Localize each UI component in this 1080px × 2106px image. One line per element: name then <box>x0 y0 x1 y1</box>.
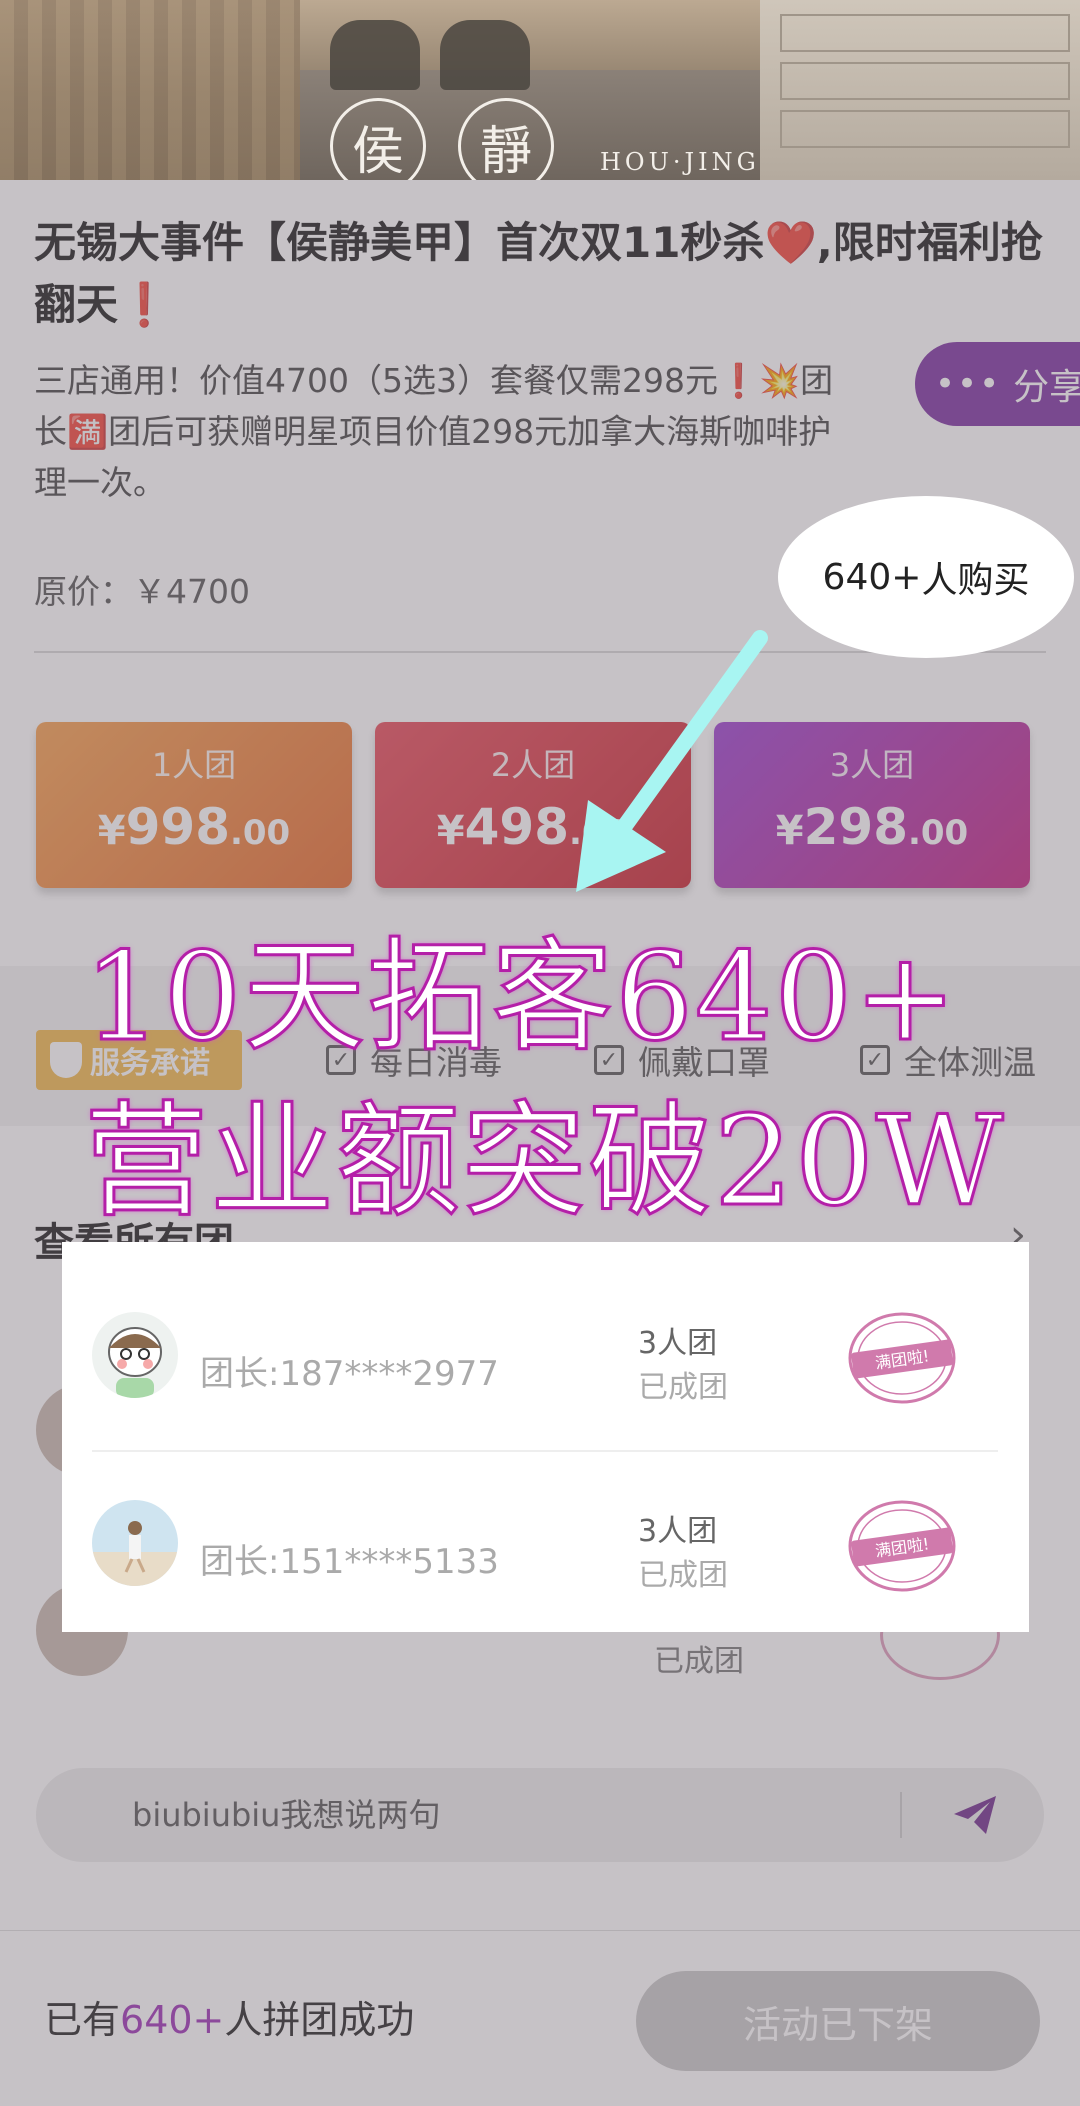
group-row[interactable]: 团长:151****5133 3人团 已成团 满团啦! <box>62 1444 1029 1632</box>
share-label: 分享 <box>1013 367 1080 408</box>
full-group-stamp-icon: 满团啦! <box>844 1498 960 1594</box>
drawer <box>780 110 1070 148</box>
group-leader: 团长:187****2977 <box>200 1354 499 1394</box>
chair <box>440 20 530 90</box>
group-status: 已成团 <box>638 1558 728 1593</box>
full-group-stamp-icon: 满团啦! <box>844 1310 960 1406</box>
shield-icon <box>50 1042 82 1078</box>
send-button[interactable] <box>940 1786 1010 1844</box>
group-row[interactable]: 团长:187****2977 3人团 已成团 满团啦! <box>62 1242 1029 1430</box>
drawer <box>780 62 1070 100</box>
group-leader: 团长:151****5133 <box>200 1542 499 1582</box>
wood-wall <box>0 0 300 180</box>
buyers-count: 640+ <box>822 556 922 598</box>
bottom-bar: 已有640+人拼团成功 活动已下架 <box>0 1930 1080 2106</box>
group-size: 3人团 <box>638 1326 718 1361</box>
share-button[interactable]: ••• 分享 <box>915 342 1080 426</box>
buyers-count-bubble: 640+ 人购买 <box>778 496 1074 658</box>
group-status: 已成团 <box>654 1644 744 1679</box>
original-price: 原价：￥4700 <box>34 572 250 611</box>
more-dots-icon: ••• <box>935 364 1002 404</box>
buyers-label: 人购买 <box>921 560 1030 601</box>
group-option-1[interactable]: 1人团 ¥998.00 <box>36 722 352 888</box>
store-banner-image: 侯 靜 HOU·JING <box>0 0 1080 180</box>
description: 三店通用！价值4700（5选3）套餐仅需298元❗💥团长🈵团后可获赠明星项目价值… <box>34 361 834 502</box>
cabinet <box>760 0 1080 180</box>
group-price: ¥998.00 <box>97 798 291 856</box>
group-size: 3人团 <box>638 1514 718 1549</box>
chair <box>330 20 420 90</box>
group-status: 已成团 <box>638 1370 728 1405</box>
join-count-text: 已有640+人拼团成功 <box>44 1998 415 2042</box>
avatar <box>92 1312 178 1398</box>
groups-panel: 团长:187****2977 3人团 已成团 满团啦! 团长:151****51… <box>62 1242 1029 1632</box>
drawer <box>780 14 1070 52</box>
promo-text-line-1: 10天拓客640+ <box>82 925 959 1070</box>
group-size-label: 1人团 <box>151 746 237 784</box>
page-title: 无锡大事件【侯静美甲】首次双11秒杀❤️,限时福利抢翻天❗ <box>34 218 1043 329</box>
avatar <box>92 1500 178 1586</box>
divider <box>900 1792 902 1838</box>
comment-input[interactable] <box>132 1768 912 1862</box>
logo-text: HOU·JING <box>600 148 760 176</box>
send-icon <box>954 1796 996 1834</box>
comment-bar <box>36 1768 1044 1862</box>
activity-offline-button[interactable]: 活动已下架 <box>636 1971 1040 2071</box>
arrow-icon <box>576 630 768 892</box>
promo-text-line-2: 营业额突破20W <box>82 1089 1006 1236</box>
